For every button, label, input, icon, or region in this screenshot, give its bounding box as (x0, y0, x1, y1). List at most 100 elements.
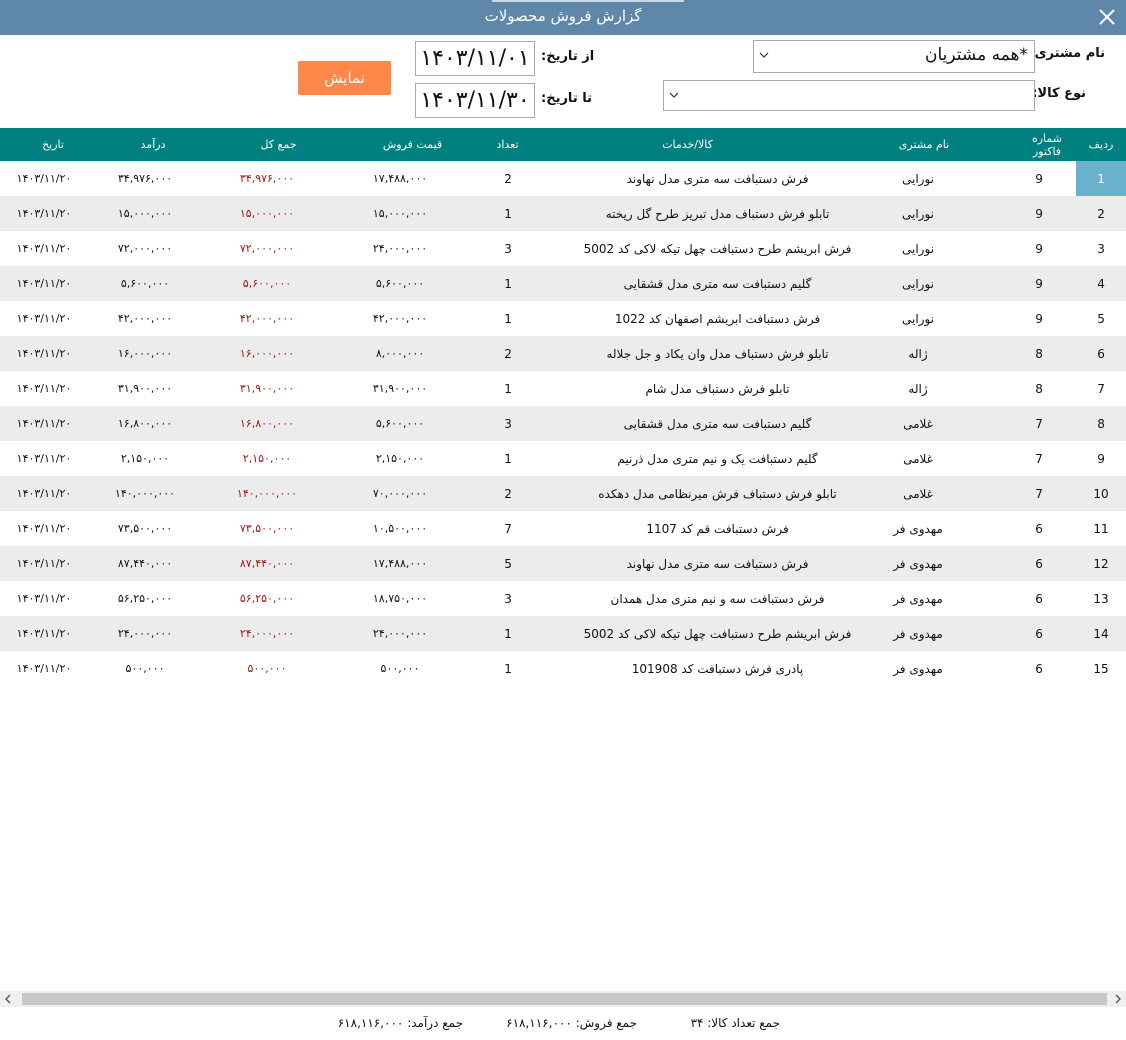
col-product[interactable]: کالا/خدمات (545, 128, 830, 161)
cell-row[interactable]: 6 (1076, 336, 1126, 371)
cell-total[interactable]: ۲,۱۵۰,۰۰۰ (202, 441, 332, 476)
to-date-field[interactable]: ۱۴۰۳/۱۱/۳۰ (415, 83, 535, 118)
cell-row[interactable]: 2 (1076, 196, 1126, 231)
cell-date[interactable]: ۱۴۰۳/۱۱/۲۰ (0, 511, 88, 546)
cell-price[interactable]: ۵,۶۰۰,۰۰۰ (335, 406, 465, 441)
cell-total[interactable]: ۸۷,۴۴۰,۰۰۰ (202, 546, 332, 581)
cell-qty[interactable]: 3 (478, 581, 538, 616)
cell-date[interactable]: ۱۴۰۳/۱۱/۲۰ (0, 371, 88, 406)
cell-invoice[interactable]: 7 (1008, 476, 1070, 511)
cell-invoice[interactable]: 9 (1008, 231, 1070, 266)
cell-income[interactable]: ۲۴,۰۰۰,۰۰۰ (80, 616, 210, 651)
cell-product[interactable]: گلیم دستبافت سه متری مدل قشقایی (540, 406, 895, 441)
horizontal-scrollbar[interactable] (0, 991, 1126, 1007)
cell-date[interactable]: ۱۴۰۳/۱۱/۲۰ (0, 266, 88, 301)
from-date-field[interactable]: ۱۴۰۳/۱۱/۰۱ (415, 41, 535, 76)
cell-product[interactable]: فرش دستبافت ابریشم اصفهان کد 1022 (540, 301, 895, 336)
cell-product[interactable]: فرش ابریشم طرح دستبافت چهل تیکه لاکی کد … (540, 231, 895, 266)
cell-date[interactable]: ۱۴۰۳/۱۱/۲۰ (0, 301, 88, 336)
table-row[interactable]: 10 7 غلامی تابلو فرش دستباف فرش میرنظامی مد… (0, 476, 1126, 511)
cell-qty[interactable]: 3 (478, 231, 538, 266)
cell-price[interactable]: ۷۰,۰۰۰,۰۰۰ (335, 476, 465, 511)
cell-total[interactable]: ۲۴,۰۰۰,۰۰۰ (202, 616, 332, 651)
cell-product[interactable]: فرش ابریشم طرح دستبافت چهل تیکه لاکی کد … (540, 616, 895, 651)
cell-invoice[interactable]: 6 (1008, 546, 1070, 581)
cell-row[interactable]: 15 (1076, 651, 1126, 686)
cell-total[interactable]: ۳۴,۹۷۶,۰۰۰ (202, 161, 332, 196)
cell-invoice[interactable]: 9 (1008, 161, 1070, 196)
cell-product[interactable]: فرش دستبافت قم کد 1107 (540, 511, 895, 546)
cell-invoice[interactable]: 6 (1008, 651, 1070, 686)
cell-row[interactable]: 5 (1076, 301, 1126, 336)
cell-product[interactable]: تابلو فرش دستباف مدل وان یکاد و جل جلاله (540, 336, 895, 371)
scrollbar-thumb[interactable] (22, 993, 1107, 1005)
cell-qty[interactable]: 1 (478, 371, 538, 406)
cell-invoice[interactable]: 9 (1008, 266, 1070, 301)
cell-product[interactable]: گلیم دستبافت یک و نیم متری مدل ذرنیم (540, 441, 895, 476)
cell-product[interactable]: تابلو فرش دستباف مدل شام (540, 371, 895, 406)
cell-price[interactable]: ۱۷,۴۸۸,۰۰۰ (335, 546, 465, 581)
cell-date[interactable]: ۱۴۰۳/۱۱/۲۰ (0, 196, 88, 231)
cell-price[interactable]: ۱۵,۰۰۰,۰۰۰ (335, 196, 465, 231)
cell-qty[interactable]: 1 (478, 301, 538, 336)
cell-income[interactable]: ۷۳,۵۰۰,۰۰۰ (80, 511, 210, 546)
show-button[interactable]: نمایش (298, 61, 391, 95)
close-icon[interactable] (1094, 4, 1120, 30)
cell-invoice[interactable]: 9 (1008, 301, 1070, 336)
cell-product[interactable]: فرش دستبافت سه و نیم متری مدل همدان (540, 581, 895, 616)
col-date[interactable]: تاریخ (0, 128, 106, 161)
cell-total[interactable]: ۵۶,۲۵۰,۰۰۰ (202, 581, 332, 616)
cell-invoice[interactable]: 8 (1008, 371, 1070, 406)
table-row[interactable]: 12 6 مهدوی فر فرش دستبافت سه متری مدل نهاون… (0, 546, 1126, 581)
cell-date[interactable]: ۱۴۰۳/۱۱/۲۰ (0, 581, 88, 616)
cell-income[interactable]: ۱۴۰,۰۰۰,۰۰۰ (80, 476, 210, 511)
scroll-left-icon[interactable] (0, 991, 16, 1007)
cell-qty[interactable]: 2 (478, 161, 538, 196)
cell-income[interactable]: ۵,۶۰۰,۰۰۰ (80, 266, 210, 301)
cell-date[interactable]: ۱۴۰۳/۱۱/۲۰ (0, 231, 88, 266)
col-qty[interactable]: تعداد (470, 128, 545, 161)
cell-total[interactable]: ۵,۶۰۰,۰۰۰ (202, 266, 332, 301)
cell-invoice[interactable]: 7 (1008, 406, 1070, 441)
cell-income[interactable]: ۲,۱۵۰,۰۰۰ (80, 441, 210, 476)
cell-row[interactable]: 3 (1076, 231, 1126, 266)
cell-qty[interactable]: 1 (478, 196, 538, 231)
cell-date[interactable]: ۱۴۰۳/۱۱/۲۰ (0, 441, 88, 476)
cell-invoice[interactable]: 6 (1008, 511, 1070, 546)
cell-total[interactable]: ۴۲,۰۰۰,۰۰۰ (202, 301, 332, 336)
cell-invoice[interactable]: 7 (1008, 441, 1070, 476)
cell-price[interactable]: ۵,۶۰۰,۰۰۰ (335, 266, 465, 301)
cell-row[interactable]: 10 (1076, 476, 1126, 511)
cell-date[interactable]: ۱۴۰۳/۱۱/۲۰ (0, 546, 88, 581)
cell-price[interactable]: ۳۱,۹۰۰,۰۰۰ (335, 371, 465, 406)
col-row[interactable]: ردیف (1076, 128, 1126, 161)
table-row[interactable]: 9 7 غلامی گلیم دستبافت یک و نیم متری مدل ذر… (0, 441, 1126, 476)
cell-qty[interactable]: 5 (478, 546, 538, 581)
cell-price[interactable]: ۱۷,۴۸۸,۰۰۰ (335, 161, 465, 196)
cell-row[interactable]: 14 (1076, 616, 1126, 651)
table-row[interactable]: 8 7 غلامی گلیم دستبافت سه متری مدل قشقایی 3 ۵… (0, 406, 1126, 441)
cell-row[interactable]: 9 (1076, 441, 1126, 476)
cell-total[interactable]: ۱۵,۰۰۰,۰۰۰ (202, 196, 332, 231)
col-price[interactable]: قیمت فروش (345, 128, 480, 161)
cell-price[interactable]: ۲۴,۰۰۰,۰۰۰ (335, 231, 465, 266)
col-invoice[interactable]: شماره فاکتور (1018, 128, 1076, 161)
cell-product[interactable]: فرش دستبافت سه متری مدل نهاوند (540, 546, 895, 581)
cell-invoice[interactable]: 8 (1008, 336, 1070, 371)
cell-price[interactable]: ۲,۱۵۰,۰۰۰ (335, 441, 465, 476)
cell-income[interactable]: ۵۰۰,۰۰۰ (80, 651, 210, 686)
cell-row[interactable]: 7 (1076, 371, 1126, 406)
cell-qty[interactable]: 2 (478, 336, 538, 371)
cell-total[interactable]: ۱۴۰,۰۰۰,۰۰۰ (202, 476, 332, 511)
cell-qty[interactable]: 1 (478, 651, 538, 686)
cell-qty[interactable]: 1 (478, 266, 538, 301)
cell-price[interactable]: ۸,۰۰۰,۰۰۰ (335, 336, 465, 371)
cell-qty[interactable]: 2 (478, 476, 538, 511)
cell-price[interactable]: ۲۴,۰۰۰,۰۰۰ (335, 616, 465, 651)
cell-row[interactable]: 4 (1076, 266, 1126, 301)
cell-date[interactable]: ۱۴۰۳/۱۱/۲۰ (0, 406, 88, 441)
col-customer[interactable]: نام مشتری (830, 128, 1018, 161)
table-row[interactable]: 3 9 نورایی فرش ابریشم طرح دستبافت چهل تیکه … (0, 231, 1126, 266)
cell-total[interactable]: ۷۳,۵۰۰,۰۰۰ (202, 511, 332, 546)
cell-qty[interactable]: 3 (478, 406, 538, 441)
